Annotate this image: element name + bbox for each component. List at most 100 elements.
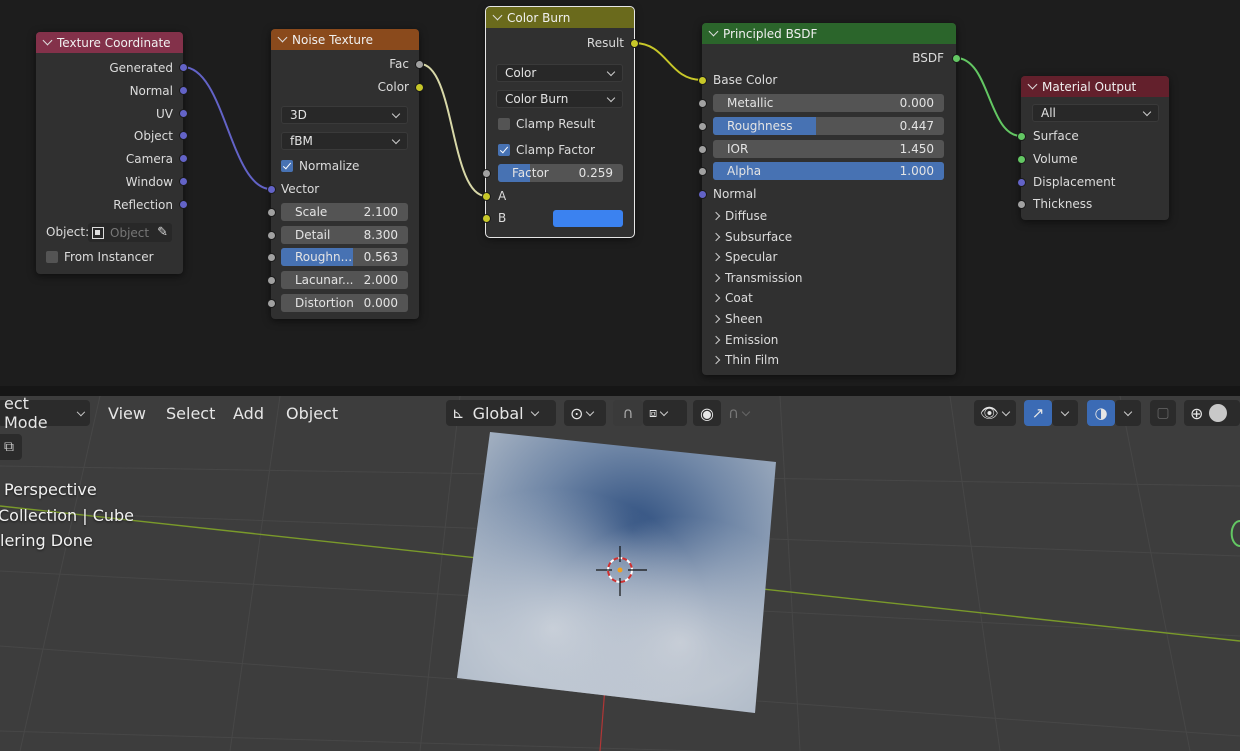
shader-node-editor[interactable]: Texture Coordinate Generated Normal UV O… bbox=[0, 0, 1240, 388]
wireframe-shading-icon[interactable]: ⊕ bbox=[1190, 404, 1203, 423]
menu-select[interactable]: Select bbox=[160, 400, 221, 426]
normalize-row[interactable]: Normalize bbox=[281, 156, 359, 176]
socket-a[interactable] bbox=[482, 192, 491, 201]
socket-detail[interactable] bbox=[267, 231, 276, 240]
menu-object[interactable]: Object bbox=[280, 400, 344, 426]
factor-field[interactable]: Factor 0.259 bbox=[498, 164, 623, 182]
principled-bsdf-header[interactable]: Principled BSDF bbox=[702, 23, 956, 44]
camera-view-icon[interactable]: ⧉ bbox=[0, 434, 22, 460]
distortion-field[interactable]: Distortion 0.000 bbox=[281, 294, 408, 312]
socket-b[interactable] bbox=[482, 214, 491, 223]
socket-bsdf[interactable] bbox=[952, 54, 961, 63]
panel-transmission[interactable]: Transmission bbox=[711, 268, 803, 288]
clamp-factor-row[interactable]: Clamp Factor bbox=[498, 140, 595, 160]
socket-scale[interactable] bbox=[267, 208, 276, 217]
menu-add[interactable]: Add bbox=[227, 400, 270, 426]
material-output-node[interactable]: Material Output All Surface Volume Displ… bbox=[1021, 76, 1169, 220]
transform-orientation-dropdown[interactable]: ⊾ Global bbox=[446, 400, 556, 426]
collapse-chevron-icon[interactable] bbox=[1027, 79, 1038, 90]
clamp-result-row[interactable]: Clamp Result bbox=[498, 114, 595, 134]
collapse-chevron-icon[interactable] bbox=[492, 10, 503, 21]
socket-roughness[interactable] bbox=[698, 122, 707, 131]
metallic-field[interactable]: Metallic 0.000 bbox=[713, 94, 944, 112]
from-instancer-checkbox[interactable] bbox=[46, 251, 58, 263]
socket-generated[interactable] bbox=[179, 63, 188, 72]
pivot-dropdown[interactable]: ⊙ bbox=[564, 400, 606, 426]
gizmo-dropdown[interactable] bbox=[1052, 400, 1078, 426]
alpha-field[interactable]: Alpha 1.000 bbox=[713, 162, 944, 180]
blend-mode-dropdown[interactable]: Color Burn bbox=[496, 90, 623, 108]
socket-normal[interactable] bbox=[179, 86, 188, 95]
solid-shading-icon[interactable] bbox=[1209, 404, 1228, 422]
lacunarity-field[interactable]: Lacunar... 2.000 bbox=[281, 271, 408, 289]
scale-field[interactable]: Scale 2.100 bbox=[281, 203, 408, 221]
clamp-result-checkbox[interactable] bbox=[498, 118, 510, 130]
socket-thickness[interactable] bbox=[1017, 200, 1026, 209]
socket-uv[interactable] bbox=[179, 109, 188, 118]
socket-fac[interactable] bbox=[415, 60, 424, 69]
texture-coordinate-node[interactable]: Texture Coordinate Generated Normal UV O… bbox=[36, 32, 183, 274]
socket-normal[interactable] bbox=[698, 190, 707, 199]
socket-roughness[interactable] bbox=[267, 253, 276, 262]
socket-color[interactable] bbox=[415, 83, 424, 92]
panel-sheen[interactable]: Sheen bbox=[711, 309, 763, 329]
socket-object[interactable] bbox=[179, 131, 188, 140]
falloff-dropdown[interactable]: ∩ bbox=[722, 400, 764, 426]
xray-toggle[interactable]: ▢ bbox=[1150, 400, 1176, 426]
noise-texture-node[interactable]: Noise Texture Fac Color 3D fBM Normalize… bbox=[271, 29, 419, 319]
socket-window[interactable] bbox=[179, 177, 188, 186]
ior-field[interactable]: IOR 1.450 bbox=[713, 140, 944, 158]
from-instancer-row[interactable]: From Instancer bbox=[46, 247, 154, 267]
color-burn-header[interactable]: Color Burn bbox=[486, 7, 634, 28]
clamp-factor-checkbox[interactable] bbox=[498, 144, 510, 156]
roughness-field[interactable]: Roughness 0.447 bbox=[713, 117, 944, 135]
socket-factor[interactable] bbox=[482, 169, 491, 178]
collapse-chevron-icon[interactable] bbox=[42, 35, 53, 46]
socket-camera[interactable] bbox=[179, 154, 188, 163]
overlay-toggle[interactable]: ◑ bbox=[1087, 400, 1115, 426]
panel-thin-film[interactable]: Thin Film bbox=[711, 350, 779, 370]
dimension-dropdown[interactable]: 3D bbox=[281, 106, 408, 124]
mode-dropdown[interactable]: ect Mode bbox=[0, 396, 90, 432]
normalize-checkbox[interactable] bbox=[281, 160, 293, 172]
socket-ior[interactable] bbox=[698, 145, 707, 154]
object-eyedropper-icon[interactable]: ✎ bbox=[157, 225, 168, 240]
socket-metallic[interactable] bbox=[698, 99, 707, 108]
overlay-dropdown[interactable] bbox=[1115, 400, 1141, 426]
panel-diffuse[interactable]: Diffuse bbox=[711, 206, 767, 226]
target-dropdown[interactable]: All bbox=[1032, 104, 1159, 122]
principled-bsdf-node[interactable]: Principled BSDF BSDF Base Color Metallic… bbox=[702, 23, 956, 375]
detail-field[interactable]: Detail 8.300 bbox=[281, 226, 408, 244]
collapse-chevron-icon[interactable] bbox=[277, 32, 288, 43]
panel-subsurface[interactable]: Subsurface bbox=[711, 227, 792, 247]
3d-viewport[interactable]: ect Mode View Select Add Object ⊾ Global… bbox=[0, 396, 1240, 751]
data-type-dropdown[interactable]: Color bbox=[496, 64, 623, 82]
snap-toggle[interactable]: ∩ bbox=[613, 400, 643, 426]
socket-displacement[interactable] bbox=[1017, 178, 1026, 187]
noise-texture-header[interactable]: Noise Texture bbox=[271, 29, 419, 50]
object-picker[interactable]: Object ✎ bbox=[88, 223, 172, 242]
snap-target-dropdown[interactable]: ⧈ bbox=[643, 400, 687, 426]
panel-specular[interactable]: Specular bbox=[711, 247, 777, 267]
panel-coat[interactable]: Coat bbox=[711, 288, 753, 308]
socket-result[interactable] bbox=[630, 39, 639, 48]
socket-vector[interactable] bbox=[267, 185, 276, 194]
menu-view[interactable]: View bbox=[102, 400, 152, 426]
texture-coordinate-header[interactable]: Texture Coordinate bbox=[36, 32, 183, 53]
socket-surface[interactable] bbox=[1017, 132, 1026, 141]
socket-lacunarity[interactable] bbox=[267, 276, 276, 285]
area-separator[interactable] bbox=[0, 386, 1240, 396]
socket-volume[interactable] bbox=[1017, 155, 1026, 164]
socket-distortion[interactable] bbox=[267, 299, 276, 308]
noise-type-dropdown[interactable]: fBM bbox=[281, 132, 408, 150]
visibility-dropdown[interactable]: 👁 bbox=[974, 400, 1016, 426]
panel-emission[interactable]: Emission bbox=[711, 330, 778, 350]
cube-plane[interactable] bbox=[457, 432, 776, 713]
collapse-chevron-icon[interactable] bbox=[708, 26, 719, 37]
b-color-swatch[interactable] bbox=[553, 210, 623, 227]
shading-mode-group[interactable]: ⊕ bbox=[1184, 400, 1240, 426]
color-burn-node[interactable]: Color Burn Result Color Color Burn Clamp… bbox=[485, 6, 635, 238]
socket-base-color[interactable] bbox=[698, 76, 707, 85]
material-output-header[interactable]: Material Output bbox=[1021, 76, 1169, 97]
socket-reflection[interactable] bbox=[179, 200, 188, 209]
